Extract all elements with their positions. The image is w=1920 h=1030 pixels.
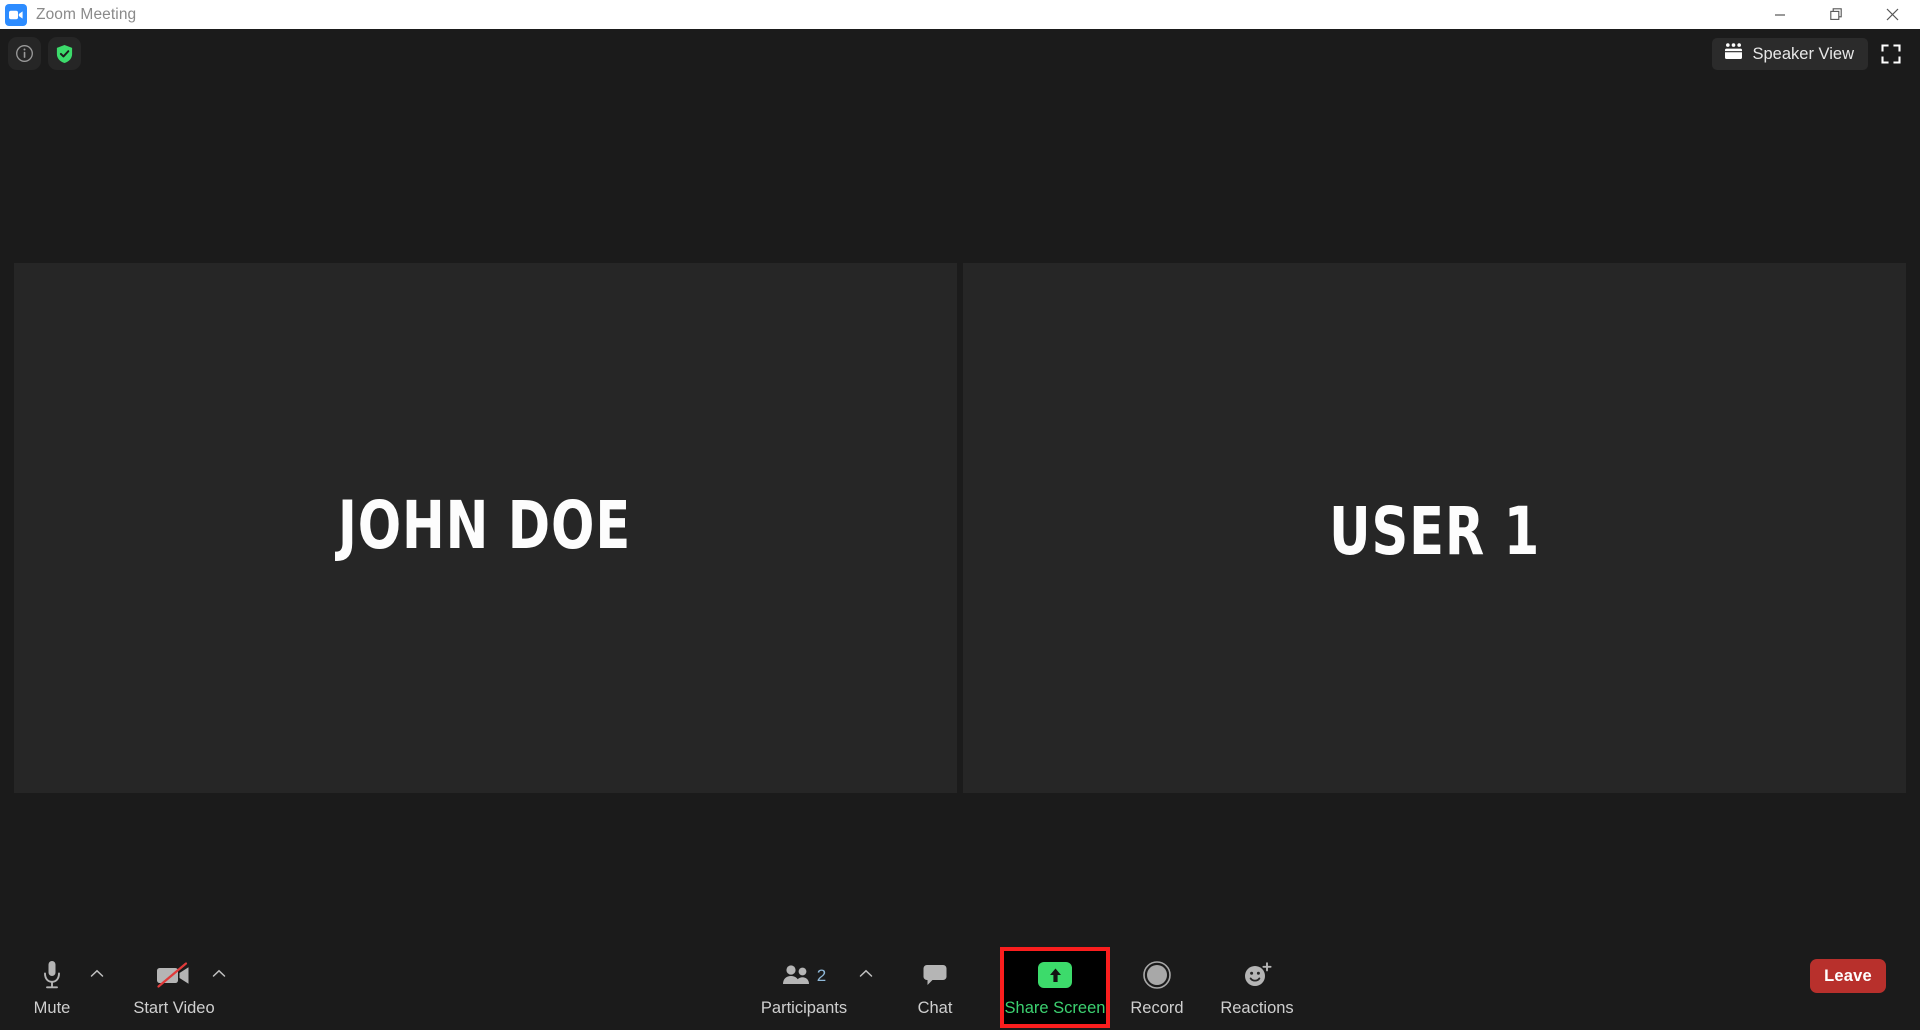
close-icon[interactable] [1864,0,1920,29]
fullscreen-expand-icon[interactable] [1874,37,1908,71]
speaker-view-label: Speaker View [1752,44,1854,63]
participants-count-badge: 2 [816,965,827,985]
leave-button[interactable]: Leave [1810,959,1886,993]
microphone-icon [41,952,63,998]
participant-tile[interactable]: JOHN DOE [14,263,957,793]
chat-label: Chat [917,999,953,1017]
video-options-chevron-up-icon[interactable] [208,962,230,984]
start-video-label: Start Video [133,999,215,1017]
smiley-plus-icon [1241,952,1273,998]
share-arrow-up-icon [1038,952,1072,998]
chat-bubble-icon [922,952,948,998]
view-controls: Speaker View [1712,37,1908,71]
participants-button[interactable]: 2 Participants [752,952,856,1018]
record-button[interactable]: Record [1105,952,1209,1018]
people-icon: 2 [782,952,826,998]
share-screen-button[interactable]: Share Screen [1003,952,1107,1018]
participants-label: Participants [760,999,848,1017]
video-stage: JOHN DOE USER 1 [14,263,1906,793]
window-controls [1752,0,1920,29]
restore-icon[interactable] [1808,0,1864,29]
share-screen-label: Share Screen [1004,999,1106,1017]
participant-name-label: JOHN DOE [337,486,632,564]
participants-options-chevron-up-icon[interactable] [855,962,877,984]
video-off-icon [155,952,193,998]
chat-button[interactable]: Chat [883,952,987,1018]
mute-options-chevron-up-icon[interactable] [86,962,108,984]
info-circle-icon[interactable] [8,37,41,70]
gallery-view-icon [1724,43,1743,65]
title-bar: Zoom Meeting [0,0,1920,29]
record-label: Record [1130,999,1184,1017]
reactions-button[interactable]: Reactions [1205,952,1309,1018]
reactions-label: Reactions [1220,999,1294,1017]
window-title: Zoom Meeting [36,5,137,23]
zoom-meeting-window: Zoom Meeting Speaker View JOHN DOE USER … [0,0,1920,1030]
shield-check-icon[interactable] [48,37,81,70]
minimize-icon[interactable] [1752,0,1808,29]
meeting-status-icons [8,37,81,70]
participant-name-label: USER 1 [1329,492,1540,570]
speaker-view-button[interactable]: Speaker View [1712,38,1868,70]
mute-label: Mute [33,999,71,1017]
participant-tile[interactable]: USER 1 [963,263,1906,793]
zoom-video-icon [5,3,27,26]
meeting-toolbar: Mute Start Video 2 Participants Chat Sha… [0,908,1920,1030]
record-circle-icon [1142,952,1172,998]
